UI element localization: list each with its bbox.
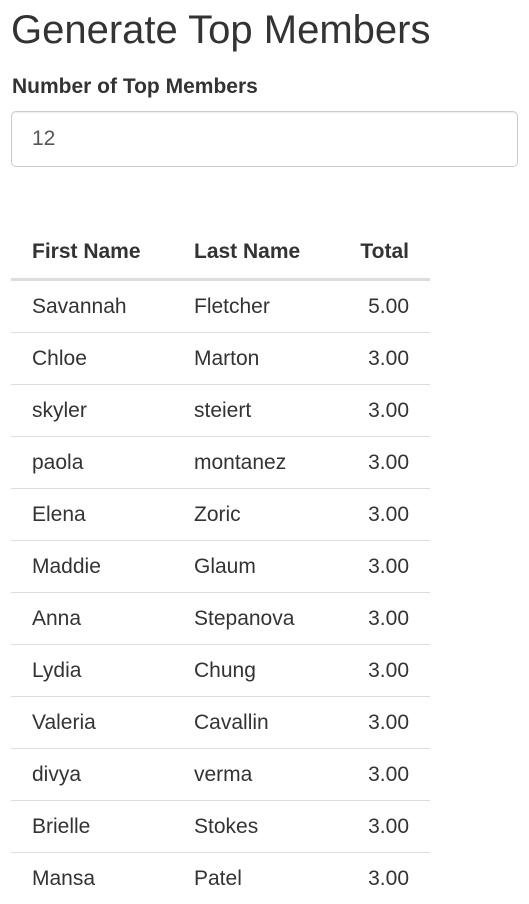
total-cell: 3.00: [334, 488, 430, 541]
last-name-cell: verma: [173, 748, 334, 801]
last-name-cell: Marton: [173, 332, 334, 385]
table-row: skyler steiert 3.00: [11, 384, 430, 437]
first-name-cell: paola: [11, 436, 173, 489]
first-name-cell: divya: [11, 748, 173, 801]
column-header-last-name: Last Name: [173, 226, 334, 281]
total-cell: 3.00: [334, 384, 430, 437]
table-row: Brielle Stokes 3.00: [11, 800, 430, 853]
first-name-cell: Anna: [11, 592, 173, 645]
first-name-cell: skyler: [11, 384, 173, 437]
table-row: Chloe Marton 3.00: [11, 332, 430, 385]
total-cell: 3.00: [334, 540, 430, 593]
table-header-row: First Name Last Name Total: [11, 226, 430, 281]
table-row: divya verma 3.00: [11, 748, 430, 801]
total-cell: 3.00: [334, 800, 430, 853]
total-cell: 3.00: [368, 866, 409, 890]
top-members-count-input[interactable]: [11, 111, 518, 167]
last-name-cell: Stokes: [173, 800, 334, 853]
page-title: Generate Top Members: [11, 8, 431, 52]
top-members-table: First Name Last Name Total Savannah Flet…: [11, 226, 430, 904]
last-name-cell: steiert: [173, 384, 334, 437]
table-row: Anna Stepanova 3.00: [11, 592, 430, 645]
last-name-cell: montanez: [173, 436, 334, 489]
top-members-count-label: Number of Top Members: [12, 75, 258, 98]
column-header-first-name: First Name: [11, 226, 173, 281]
total-cell: 5.00: [334, 279, 430, 333]
first-name-cell: Maddie: [11, 540, 173, 593]
total-cell: 3.00: [334, 748, 430, 801]
table-row: Mansa Patel 3.00: [11, 853, 430, 904]
first-name-cell: Valeria: [11, 696, 173, 749]
last-name-cell: Patel: [194, 866, 242, 890]
total-cell: 3.00: [334, 696, 430, 749]
last-name-cell: Glaum: [173, 540, 334, 593]
table-row: Lydia Chung 3.00: [11, 644, 430, 697]
table-row: Maddie Glaum 3.00: [11, 540, 430, 593]
first-name-cell: Savannah: [11, 279, 173, 333]
table-row: Elena Zoric 3.00: [11, 488, 430, 541]
table-row: Savannah Fletcher 5.00: [11, 279, 430, 333]
last-name-cell: Stepanova: [173, 592, 334, 645]
table-row: paola montanez 3.00: [11, 436, 430, 489]
total-cell: 3.00: [334, 332, 430, 385]
total-cell: 3.00: [334, 436, 430, 489]
first-name-cell: Mansa: [32, 866, 96, 890]
table-row: Valeria Cavallin 3.00: [11, 696, 430, 749]
first-name-cell: Chloe: [11, 332, 173, 385]
last-name-cell: Zoric: [173, 488, 334, 541]
first-name-cell: Brielle: [11, 800, 173, 853]
column-header-total: Total: [334, 226, 430, 281]
first-name-cell: Elena: [11, 488, 173, 541]
last-name-cell: Cavallin: [173, 696, 334, 749]
last-name-cell: Fletcher: [173, 279, 334, 333]
total-cell: 3.00: [334, 592, 430, 645]
total-cell: 3.00: [334, 644, 430, 697]
first-name-cell: Lydia: [11, 644, 173, 697]
last-name-cell: Chung: [173, 644, 334, 697]
